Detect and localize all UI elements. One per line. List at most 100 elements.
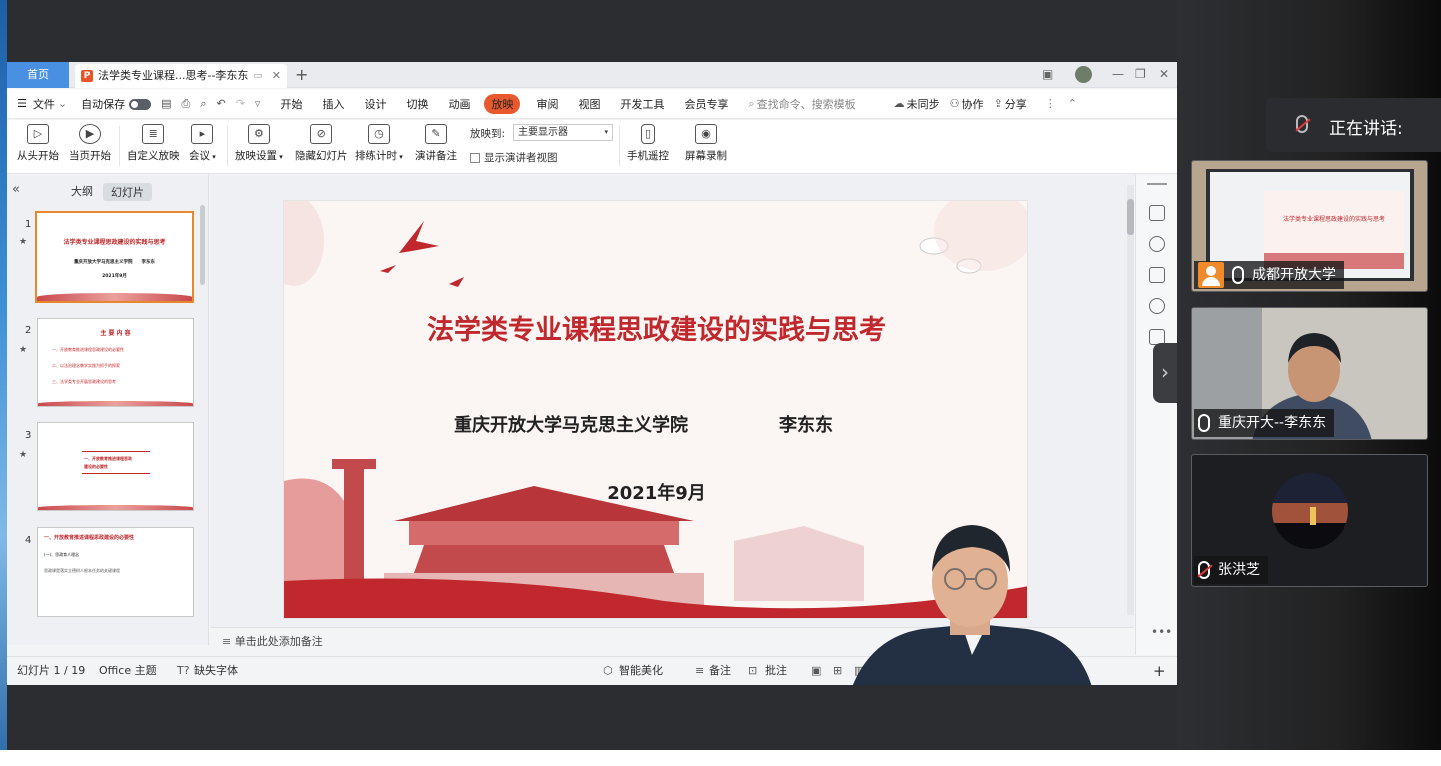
more-tools-icon[interactable]: ••• (1151, 625, 1172, 639)
mic-muted-icon (1198, 561, 1210, 579)
video-tile-1[interactable]: 法学类专业课程思政建设的实践与思考 成都开放大学 (1191, 160, 1428, 292)
missing-font-button[interactable]: 缺失字体 (194, 657, 238, 685)
thumb-line: 二、以法治理念教学实践为抓手的探索 (52, 363, 120, 368)
minimize-icon[interactable]: — (1112, 67, 1124, 81)
share-button[interactable]: 分享 (1005, 96, 1027, 112)
strip-handle (1147, 183, 1167, 185)
help-icon[interactable] (1149, 298, 1165, 314)
smart-beautify-button[interactable]: 智能美化 (619, 657, 663, 685)
screen-record-label: 屏幕录制 (685, 150, 727, 162)
preview-icon[interactable]: ⌕ (200, 97, 206, 111)
phone-remote-button[interactable]: ▯ 手机遥控 (627, 124, 669, 163)
custom-show-button[interactable]: ≣ 自定义放映 (127, 124, 180, 163)
grid-view-icon[interactable]: ⊞ (833, 657, 842, 685)
close-window-icon[interactable]: ✕ (1159, 67, 1169, 81)
collab-button[interactable]: 协作 (962, 96, 984, 112)
slide-thumbnail-3[interactable]: 一、开放教育推进课程思政 建设的必要性 (37, 422, 194, 511)
tab-outline[interactable]: 大纲 (71, 183, 93, 199)
close-tab-icon[interactable]: ✕ (272, 64, 281, 88)
display-select[interactable]: 主要显示器 ▾ (513, 124, 613, 141)
rehearse-button[interactable]: ◷ 排练计时 ▾ (355, 124, 403, 163)
animation-icon[interactable] (1149, 236, 1165, 252)
transition-icon[interactable] (1149, 267, 1165, 283)
scrollbar-thumb[interactable] (1127, 199, 1134, 235)
notes-toggle-icon: ≡ (695, 664, 705, 677)
normal-view-icon[interactable]: ▣ (811, 657, 821, 685)
save-icon[interactable]: ▤ (161, 97, 171, 110)
menu-item-review[interactable]: 审阅 (536, 96, 558, 112)
from-start-button[interactable]: ▷ 从头开始 (17, 124, 59, 163)
thumb-title: 法学类专业课程思政建设的实践与思考 (63, 239, 166, 246)
tab-popout-icon[interactable]: ▭ (253, 64, 262, 88)
slide-thumbnail-1[interactable]: 法学类专业课程思政建设的实践与思考 重庆开放大学马克思主义学院 李东东 2021… (35, 211, 194, 303)
presentation-file-icon: P (81, 70, 93, 82)
notes-icon: ≡ (222, 635, 235, 648)
menu-item-transition[interactable]: 切换 (406, 96, 428, 112)
notes-placeholder: 单击此处添加备注 (234, 635, 323, 648)
thumb-line: 思政课是落实立德树人根本任务的关键课程 (44, 568, 120, 573)
hamburger-icon[interactable]: ☰ (17, 97, 27, 110)
menu-item-slideshow[interactable]: 放映 (484, 93, 521, 114)
user-avatar-icon (1198, 262, 1224, 288)
presenter-view-checkbox[interactable] (470, 152, 480, 163)
notes-toggle-button[interactable]: 备注 (709, 657, 731, 685)
video-tile-2[interactable]: 重庆开大--李东东 (1191, 307, 1428, 440)
file-menu[interactable]: 文件 (33, 96, 55, 112)
collapse-panel-icon[interactable]: « (12, 182, 20, 197)
new-tab-icon[interactable]: + (295, 65, 308, 84)
home-tab[interactable]: 首页 (7, 62, 69, 88)
zoom-in-icon[interactable]: + (1153, 657, 1166, 685)
slide-thumbnail-4[interactable]: 一、开放教育推进课程思政建设的必要性 (一)、思政育人理念 思政课是落实立德树人… (37, 527, 194, 617)
slide-institution[interactable]: 重庆开放大学马克思主义学院 (454, 411, 688, 437)
presenter-view-option[interactable]: 显示演讲者视图 (470, 150, 558, 165)
slide-thumbnail-2[interactable]: 主 要 内 容 一、开放教育推进课程思政建设的必要性 二、以法治理念教学实践为抓… (37, 318, 194, 407)
window-layout-icon[interactable]: ▣ (1042, 67, 1053, 81)
phone-icon: ▯ (641, 124, 655, 144)
menu-item-design[interactable]: 设计 (364, 96, 386, 112)
thumbnail-scrollbar[interactable] (200, 205, 205, 285)
menu-item-member[interactable]: 会员专享 (684, 96, 728, 112)
redo-icon[interactable]: ↷ (236, 97, 245, 110)
canvas-vertical-scrollbar[interactable] (1127, 185, 1134, 615)
thumb-title: 一、开放教育推进课程思政建设的必要性 (44, 535, 135, 541)
slide-author[interactable]: 李东东 (779, 411, 833, 437)
presenter-webcam-overlay (852, 525, 1092, 685)
comment-button[interactable]: 批注 (765, 657, 787, 685)
menu-item-developer[interactable]: 开发工具 (620, 96, 664, 112)
hide-slide-button[interactable]: ⊘ 隐藏幻灯片 (295, 124, 348, 163)
unsync-status[interactable]: 未同步 (907, 96, 940, 112)
from-current-button[interactable]: ▶ 当页开始 (69, 124, 111, 163)
command-search-input[interactable]: 查找命令、搜索模板 (757, 96, 856, 112)
meeting-icon: ▸ (191, 124, 214, 144)
meeting-button[interactable]: ▸ 会议 ▾ (189, 124, 216, 163)
ribbon-divider (227, 126, 228, 166)
document-tab[interactable]: P 法学类专业课程...思考--李东东 ▭ ✕ (75, 64, 287, 88)
autosave-toggle[interactable] (129, 97, 152, 110)
autosave-label: 自动保存 (81, 97, 126, 111)
restore-icon[interactable]: ❐ (1135, 67, 1146, 81)
theme-name[interactable]: Office 主题 (99, 657, 157, 685)
document-tab-title: 法学类专业课程...思考--李东东 (98, 69, 249, 82)
menu-item-animation[interactable]: 动画 (448, 96, 470, 112)
quick-access-dropdown-icon[interactable]: ▿ (255, 97, 261, 110)
print-icon[interactable]: ⎙ (182, 97, 191, 111)
properties-icon[interactable] (1149, 205, 1165, 221)
chevron-down-icon[interactable]: ⌄ (58, 97, 67, 110)
search-icon[interactable]: ⌕ (748, 97, 754, 111)
speaking-label: 正在讲话: (1329, 119, 1403, 139)
speaker-notes-button[interactable]: ✎ 演讲备注 (415, 124, 457, 163)
slide-title[interactable]: 法学类专业课程思政建设的实践与思考 (284, 308, 1027, 347)
screen-record-button[interactable]: ◉ 屏幕录制 (685, 124, 727, 163)
play-from-start-icon: ▷ (27, 124, 49, 144)
show-settings-button[interactable]: ⚙ 放映设置 ▾ (235, 124, 283, 163)
user-avatar[interactable] (1075, 66, 1092, 83)
more-options-icon[interactable]: ⋮ (1045, 97, 1056, 110)
undo-icon[interactable]: ↶ (216, 97, 225, 110)
menu-item-view[interactable]: 视图 (578, 96, 600, 112)
collapse-ribbon-icon[interactable]: ⌃ (1068, 97, 1077, 110)
menu-item-insert[interactable]: 插入 (322, 96, 344, 112)
video-tile-3[interactable]: 张洪芝 (1191, 454, 1428, 587)
tab-slides[interactable]: 幻灯片 (103, 183, 152, 201)
slide-date[interactable]: 2021年9月 (284, 479, 1027, 505)
menu-item-start[interactable]: 开始 (280, 96, 302, 112)
